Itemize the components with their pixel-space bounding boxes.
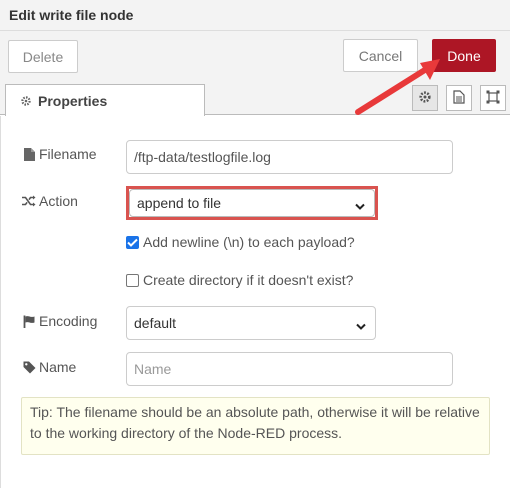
- action-label: Action: [39, 193, 78, 209]
- create-dir-label: Create directory if it doesn't exist?: [143, 272, 354, 288]
- create-dir-row[interactable]: Create directory if it doesn't exist?: [126, 272, 353, 288]
- filename-label: Filename: [39, 146, 97, 162]
- encoding-label-row: Encoding: [21, 313, 97, 329]
- document-icon: [453, 89, 465, 107]
- name-input[interactable]: Name: [126, 352, 453, 386]
- tray-header: Edit write file node: [0, 0, 510, 31]
- encoding-label: Encoding: [39, 313, 98, 329]
- tip-box: Tip: The filename should be an absolute …: [21, 397, 490, 455]
- filename-label-row: Filename: [21, 146, 97, 162]
- flag-icon: [21, 315, 37, 328]
- action-highlight: [126, 186, 378, 220]
- tab-properties[interactable]: Properties: [5, 84, 205, 116]
- arrow-annotation: [355, 59, 440, 115]
- file-icon: [21, 147, 37, 161]
- add-newline-row[interactable]: Add newline (\n) to each payload?: [126, 234, 355, 250]
- encoding-select[interactable]: default: [126, 306, 376, 340]
- delete-button[interactable]: Delete: [8, 40, 78, 73]
- tag-icon: [21, 361, 37, 374]
- add-newline-label: Add newline (\n) to each payload?: [143, 234, 355, 250]
- tray-title: Edit write file node: [9, 7, 134, 23]
- tab-appearance[interactable]: [480, 85, 506, 111]
- panel-border: [0, 116, 1, 488]
- name-label-row: Name: [21, 359, 76, 375]
- action-label-row: Action: [21, 193, 78, 209]
- add-newline-checkbox[interactable]: [126, 235, 139, 249]
- create-dir-checkbox[interactable]: [126, 273, 139, 287]
- filename-input[interactable]: /ftp-data/testlogfile.log: [126, 140, 453, 174]
- chevron-down-icon: [356, 318, 366, 334]
- tab-properties-label: Properties: [38, 92, 108, 109]
- frame-icon: [486, 90, 500, 107]
- shuffle-icon: [21, 195, 37, 207]
- encoding-select-value: default: [134, 315, 177, 331]
- name-label: Name: [39, 359, 77, 375]
- gear-icon: [20, 95, 32, 107]
